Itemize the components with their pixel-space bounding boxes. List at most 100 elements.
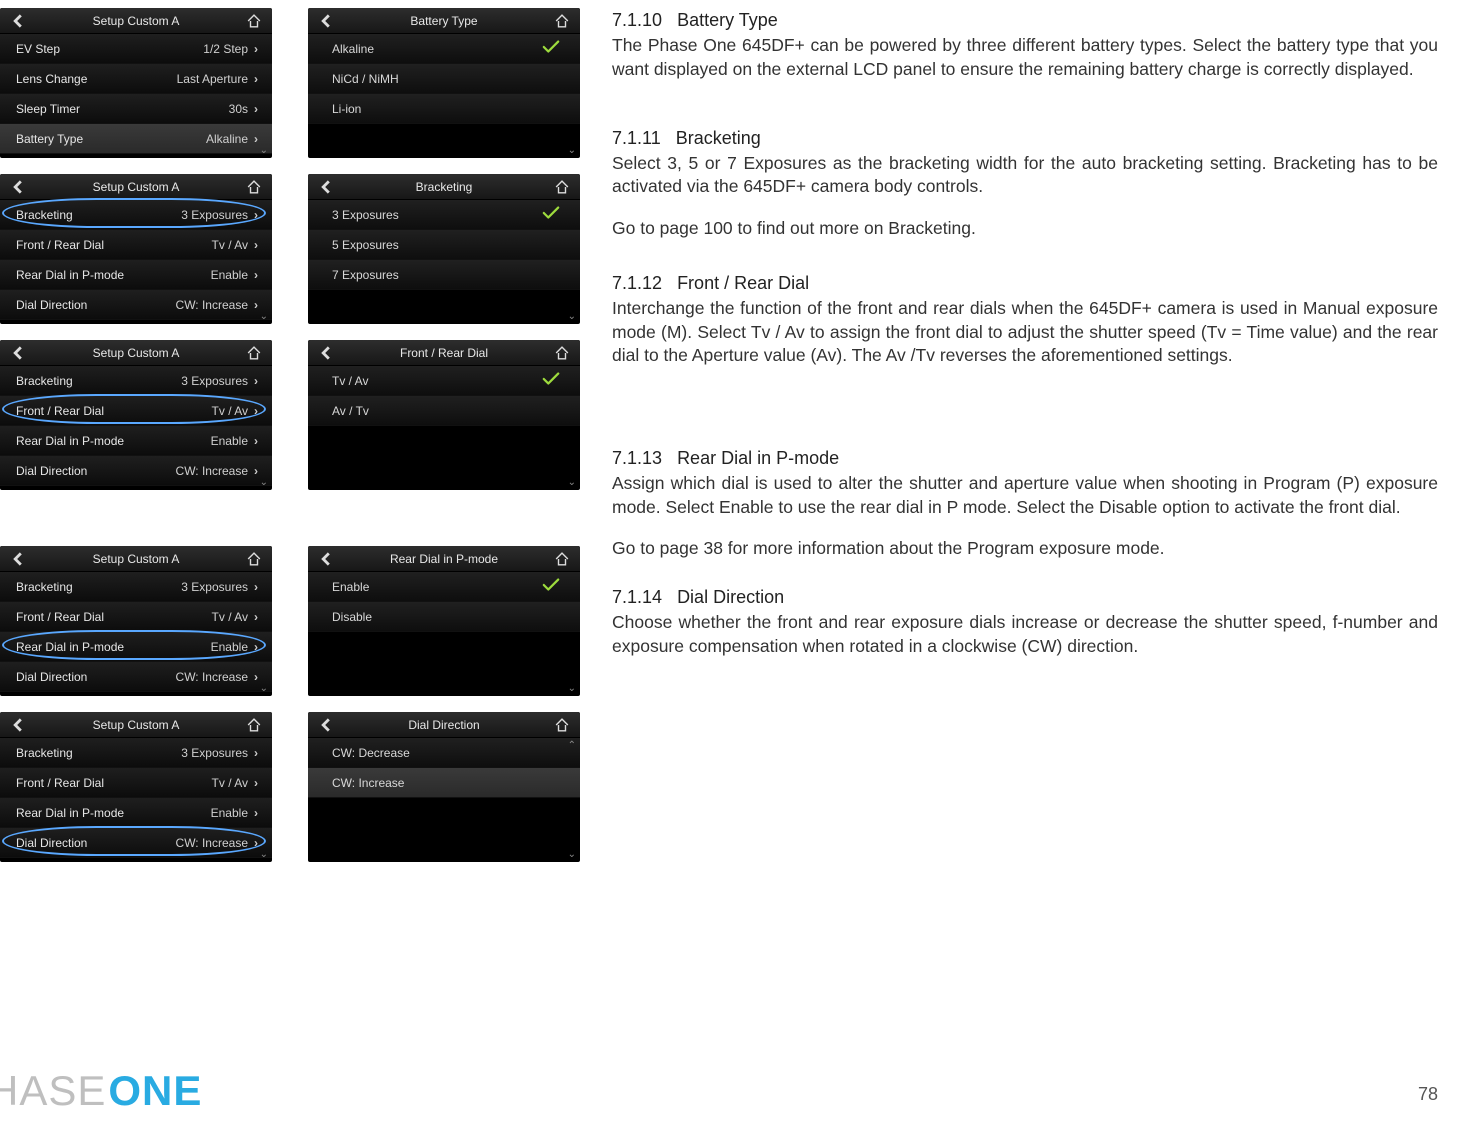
section-body: Go to page 38 for more information about… [612,537,1438,561]
chevron-right-icon: › [254,72,258,86]
home-icon[interactable] [244,344,264,362]
menu-label: Rear Dial in P-mode [16,268,124,282]
brand-text: HASE [0,1067,106,1115]
option-row[interactable]: Tv / Av [308,366,580,396]
text-column: 7.1.10 Battery Type The Phase One 645DF+… [612,8,1438,862]
menu-row[interactable]: Dial DirectionCW: Increase› [0,456,272,486]
check-icon [542,206,560,223]
menu-label: Front / Rear Dial [16,610,104,624]
menu-row[interactable]: Bracketing3 Exposures› [0,738,272,768]
option-row[interactable]: Disable [308,602,580,632]
check-icon [542,578,560,595]
option-row[interactable]: Enable [308,572,580,602]
menu-row[interactable]: Bracketing3 Exposures› [0,200,272,230]
menu-row[interactable]: Front / Rear DialTv / Av› [0,396,272,426]
menu-row[interactable]: Rear Dial in P-modeEnable› [0,260,272,290]
back-icon[interactable] [8,716,28,734]
back-icon[interactable] [316,178,336,196]
back-icon[interactable] [8,12,28,30]
menu-row[interactable]: Dial DirectionCW: Increase› [0,828,272,858]
menu-row[interactable]: Dial Direction CW: Increase› [0,662,272,692]
option-row[interactable]: 5 Exposures [308,230,580,260]
home-icon[interactable] [244,550,264,568]
option-row[interactable]: Av / Tv [308,396,580,426]
back-icon[interactable] [316,550,336,568]
chevron-down-icon[interactable]: ⌄ [568,145,576,156]
option-label: Alkaline [332,42,374,56]
menu-label: Bracketing [16,374,73,388]
menu-value: CW: Increase› [176,670,258,684]
home-icon[interactable] [552,716,572,734]
home-icon[interactable] [244,178,264,196]
menu-label: Bracketing [16,746,73,760]
back-icon[interactable] [8,178,28,196]
chevron-down-icon[interactable]: ⌄ [260,311,268,322]
lcd-rear-dial-pmode: Rear Dial in P-mode EnableDisable⌄ [308,546,580,696]
back-icon[interactable] [316,344,336,362]
menu-row[interactable]: Front / Rear DialTv / Av› [0,602,272,632]
option-row[interactable]: 7 Exposures [308,260,580,290]
menu-row[interactable]: Bracketing3 Exposures› [0,366,272,396]
option-row[interactable]: NiCd / NiMH [308,64,580,94]
section-number: 7.1.12 [612,273,662,293]
option-row[interactable]: 3 Exposures [308,200,580,230]
menu-label: Dial Direction [16,670,87,684]
menu-row[interactable]: Sleep Timer30s› [0,94,272,124]
section-title: Dial Direction [677,587,784,607]
home-icon[interactable] [244,716,264,734]
home-icon[interactable] [244,12,264,30]
menu-row[interactable]: Dial DirectionCW: Increase› [0,290,272,320]
chevron-down-icon[interactable]: ⌄ [568,849,576,860]
chevron-right-icon: › [254,836,258,850]
section-number: 7.1.13 [612,448,662,468]
menu-row[interactable]: Front / Rear DialTv / Av› [0,768,272,798]
chevron-down-icon[interactable]: ⌄ [260,849,268,860]
chevron-right-icon: › [254,746,258,760]
chevron-right-icon: › [254,298,258,312]
lcd-front-rear-dial: Front / Rear Dial Tv / AvAv / Tv⌄ [308,340,580,490]
menu-label: Dial Direction [16,464,87,478]
menu-row[interactable]: Rear Dial in P-modeEnable› [0,798,272,828]
option-row[interactable]: CW: Increase [308,768,580,798]
option-row[interactable]: Li-ion [308,94,580,124]
back-icon[interactable] [8,344,28,362]
chevron-down-icon[interactable]: ⌄ [260,145,268,156]
chevron-right-icon: › [254,580,258,594]
back-icon[interactable] [8,550,28,568]
option-row[interactable]: Alkaline [308,34,580,64]
chevron-down-icon[interactable]: ⌄ [568,683,576,694]
menu-row[interactable]: Rear Dial in P-modeEnable› [0,632,272,662]
chevron-down-icon[interactable]: ⌄ [568,311,576,322]
home-icon[interactable] [552,12,572,30]
lcd-setup-custom-a-frontrear: Setup Custom A Bracketing3 Exposures›Fro… [0,340,272,490]
back-icon[interactable] [316,716,336,734]
back-icon[interactable] [316,12,336,30]
menu-row[interactable]: Lens ChangeLast Aperture› [0,64,272,94]
chevron-down-icon[interactable]: ⌄ [260,477,268,488]
section-body: Go to page 100 to find out more on Brack… [612,217,1438,241]
home-icon[interactable] [552,550,572,568]
section-rear-dial-pmode: 7.1.13 Rear Dial in P-mode Assign which … [612,446,1438,561]
chevron-right-icon: › [254,806,258,820]
menu-value: Enable› [211,806,258,820]
menu-row[interactable]: Rear Dial in P-modeEnable› [0,426,272,456]
menu-row[interactable]: Bracketing3 Exposures› [0,572,272,602]
menu-row[interactable]: Front / Rear DialTv / Av› [0,230,272,260]
chevron-down-icon[interactable]: ⌄ [568,477,576,488]
chevron-down-icon[interactable]: ⌄ [260,683,268,694]
menu-label: Front / Rear Dial [16,404,104,418]
home-icon[interactable] [552,344,572,362]
option-row[interactable]: CW: Decrease [308,738,580,768]
option-label: Disable [332,610,372,624]
menu-row[interactable]: Battery TypeAlkaline› [0,124,272,154]
screen-title: Setup Custom A [28,552,244,566]
chevron-up-icon[interactable]: ⌃ [568,740,576,751]
chevron-right-icon: › [254,238,258,252]
check-icon [542,40,560,57]
home-icon[interactable] [552,178,572,196]
section-title: Rear Dial in P-mode [677,448,839,468]
menu-value: 3 Exposures› [181,208,258,222]
menu-row[interactable]: EV Step1/2 Step› [0,34,272,64]
section-body: Interchange the function of the front an… [612,297,1438,368]
page-number: 78 [1418,1084,1438,1105]
